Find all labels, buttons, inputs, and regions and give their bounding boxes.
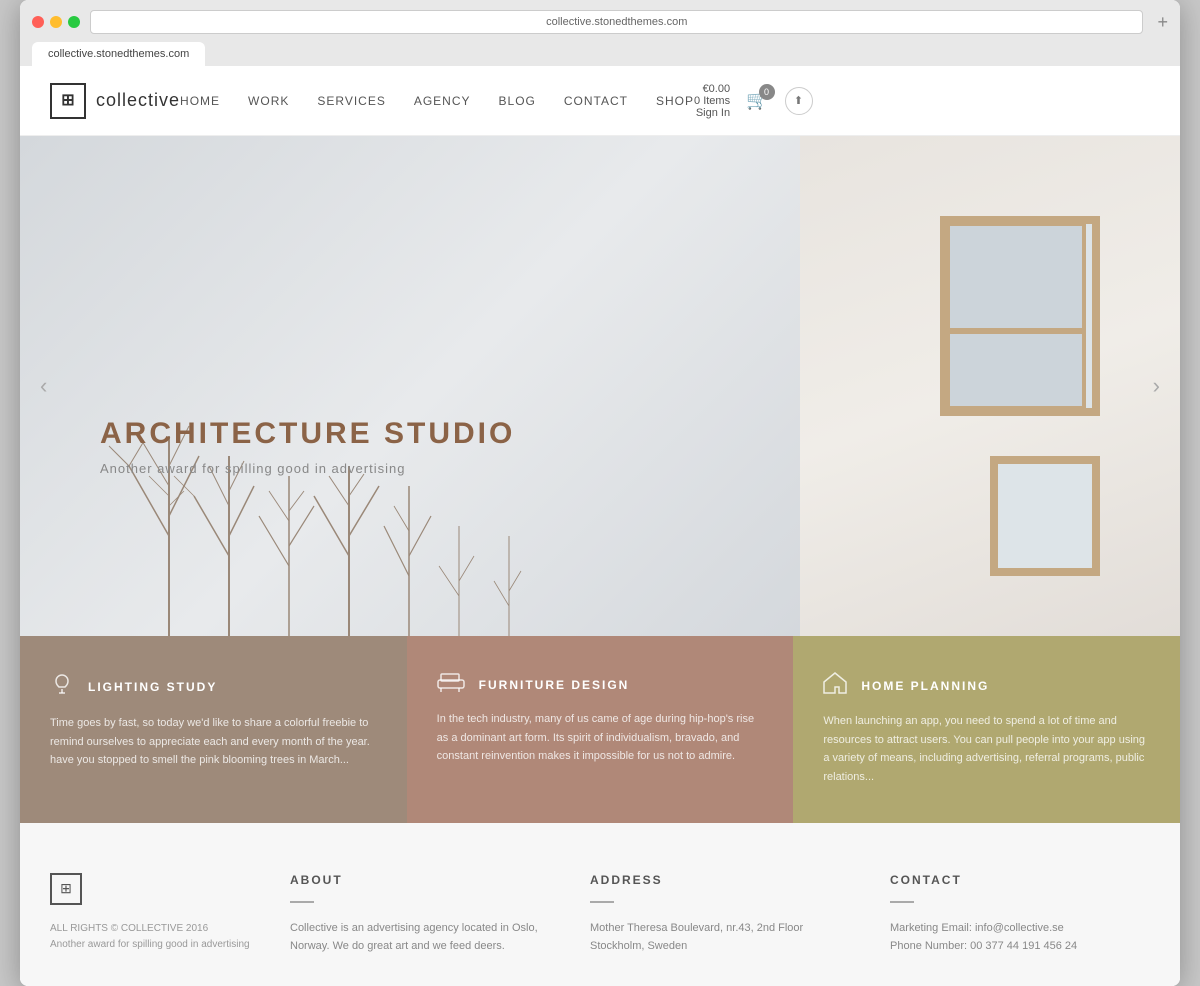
feature-title-furniture: FURNITURE DESIGN	[479, 678, 630, 692]
browser-window: collective.stonedthemes.com + collective…	[20, 0, 1180, 986]
home-icon	[823, 672, 847, 700]
site-wrapper: ⊞ collective HOME WORK SERVICES AGENCY B…	[20, 66, 1180, 986]
nav-item-contact[interactable]: CONTACT	[564, 92, 628, 110]
browser-actions: +	[1153, 12, 1168, 33]
feature-header-furniture: FURNITURE DESIGN	[437, 672, 764, 698]
nav-item-shop[interactable]: SHOP	[656, 92, 694, 110]
footer-address-heading: ADDRESS	[590, 873, 850, 887]
logo-grid-icon: ⊞	[61, 93, 74, 109]
furniture-icon	[437, 672, 465, 698]
window-large	[940, 216, 1100, 416]
tab-label: collective.stonedthemes.com	[48, 48, 189, 60]
traffic-light-maximize[interactable]	[68, 16, 80, 28]
share-button[interactable]: ⬆	[785, 87, 813, 115]
hero-slider: ARCHITECTURE STUDIO Another award for sp…	[20, 136, 1180, 636]
traffic-lights	[32, 16, 80, 28]
feature-header-home: HOME PLANNING	[823, 672, 1150, 700]
address-bar[interactable]: collective.stonedthemes.com	[90, 10, 1143, 34]
nav-link-blog[interactable]: BLOG	[499, 94, 536, 108]
window-inner-top	[946, 222, 1086, 332]
footer-about-col: ABOUT Collective is an advertising agenc…	[290, 873, 550, 956]
footer-contact-phone: Phone Number: 00 377 44 191 456 24	[890, 937, 1150, 956]
nav-item-home[interactable]: HOME	[180, 92, 220, 110]
traffic-light-minimize[interactable]	[50, 16, 62, 28]
browser-chrome: collective.stonedthemes.com + collective…	[20, 0, 1180, 66]
feature-text-furniture: In the tech industry, many of us came of…	[437, 710, 764, 766]
feature-header-lighting: LIGHTING STUDY	[50, 672, 377, 702]
footer-contact-email: Marketing Email: info@collective.se	[890, 919, 1150, 938]
browser-top-bar: collective.stonedthemes.com +	[32, 10, 1168, 34]
slider-next-button[interactable]: ›	[1153, 373, 1160, 399]
cart-price: €0.00	[703, 83, 731, 95]
footer-about-heading: ABOUT	[290, 873, 550, 887]
nav-link-work[interactable]: WORK	[248, 94, 289, 108]
footer-about-divider	[290, 901, 314, 903]
features-row: LIGHTING STUDY Time goes by fast, so tod…	[20, 636, 1180, 823]
header-right: €0.00 0 Items Sign In 🛒 0 ⬆	[694, 83, 813, 119]
cart-items-count: 0 Items	[694, 95, 730, 107]
footer-address-col: ADDRESS Mother Theresa Boulevard, nr.43,…	[590, 873, 850, 956]
slider-prev-button[interactable]: ‹	[40, 373, 47, 399]
footer-contact-divider	[890, 901, 914, 903]
url-text: collective.stonedthemes.com	[546, 16, 687, 28]
site-footer: ⊞ ALL RIGHTS © COLLECTIVE 2016 Another a…	[20, 823, 1180, 986]
trees-svg	[20, 336, 658, 636]
footer-address-text: Mother Theresa Boulevard, nr.43, 2nd Flo…	[590, 919, 850, 956]
building-wall	[800, 136, 1180, 636]
lighting-icon	[50, 672, 74, 702]
nav-link-contact[interactable]: CONTACT	[564, 94, 628, 108]
nav-item-agency[interactable]: AGENCY	[414, 92, 471, 110]
logo-icon: ⊞	[50, 83, 86, 119]
footer-contact-heading: CONTACT	[890, 873, 1150, 887]
feature-text-lighting: Time goes by fast, so today we'd like to…	[50, 714, 377, 770]
browser-tab[interactable]: collective.stonedthemes.com	[32, 42, 205, 66]
feature-text-home: When launching an app, you need to spend…	[823, 712, 1150, 787]
cart-info: €0.00 0 Items Sign In	[694, 83, 730, 119]
footer-logo-icon: ⊞	[50, 873, 82, 905]
cart-icon-wrap[interactable]: 🛒 0	[746, 90, 768, 111]
nav-item-work[interactable]: WORK	[248, 92, 289, 110]
feature-title-lighting: LIGHTING STUDY	[88, 680, 217, 694]
nav-item-services[interactable]: SERVICES	[317, 92, 385, 110]
nav-item-blog[interactable]: BLOG	[499, 92, 536, 110]
footer-brand-col: ⊞ ALL RIGHTS © COLLECTIVE 2016 Another a…	[50, 873, 250, 956]
traffic-light-close[interactable]	[32, 16, 44, 28]
share-icon: ⬆	[794, 94, 803, 107]
footer-copyright: ALL RIGHTS © COLLECTIVE 2016 Another awa…	[50, 921, 250, 953]
trees-area	[20, 336, 658, 636]
window-inner-bottom	[946, 330, 1086, 410]
browser-tab-bar: collective.stonedthemes.com	[32, 42, 1168, 66]
feature-block-home: HOME PLANNING When launching an app, you…	[793, 636, 1180, 823]
new-tab-button[interactable]: +	[1157, 12, 1168, 33]
hero-title: ARCHITECTURE STUDIO	[100, 417, 515, 451]
feature-block-furniture: FURNITURE DESIGN In the tech industry, m…	[407, 636, 794, 823]
nav-link-services[interactable]: SERVICES	[317, 94, 385, 108]
hero-subtitle: Another award for spilling good in adver…	[100, 461, 515, 476]
feature-title-home: HOME PLANNING	[861, 679, 989, 693]
feature-block-lighting: LIGHTING STUDY Time goes by fast, so tod…	[20, 636, 407, 823]
cart-badge: 0	[759, 84, 775, 100]
main-nav: HOME WORK SERVICES AGENCY BLOG CONTACT S…	[180, 92, 694, 110]
site-header: ⊞ collective HOME WORK SERVICES AGENCY B…	[20, 66, 1180, 136]
nav-link-shop[interactable]: SHOP	[656, 94, 694, 108]
sign-in-link[interactable]: Sign In	[696, 107, 730, 119]
nav-link-agency[interactable]: AGENCY	[414, 94, 471, 108]
logo-area[interactable]: ⊞ collective	[50, 83, 180, 119]
logo-text: collective	[96, 90, 180, 111]
footer-address-divider	[590, 901, 614, 903]
footer-contact-col: CONTACT Marketing Email: info@collective…	[890, 873, 1150, 956]
window-small	[990, 456, 1100, 576]
nav-link-home[interactable]: HOME	[180, 94, 220, 108]
hero-content: ARCHITECTURE STUDIO Another award for sp…	[100, 417, 515, 476]
footer-about-text: Collective is an advertising agency loca…	[290, 919, 550, 956]
nav-list: HOME WORK SERVICES AGENCY BLOG CONTACT S…	[180, 92, 694, 110]
